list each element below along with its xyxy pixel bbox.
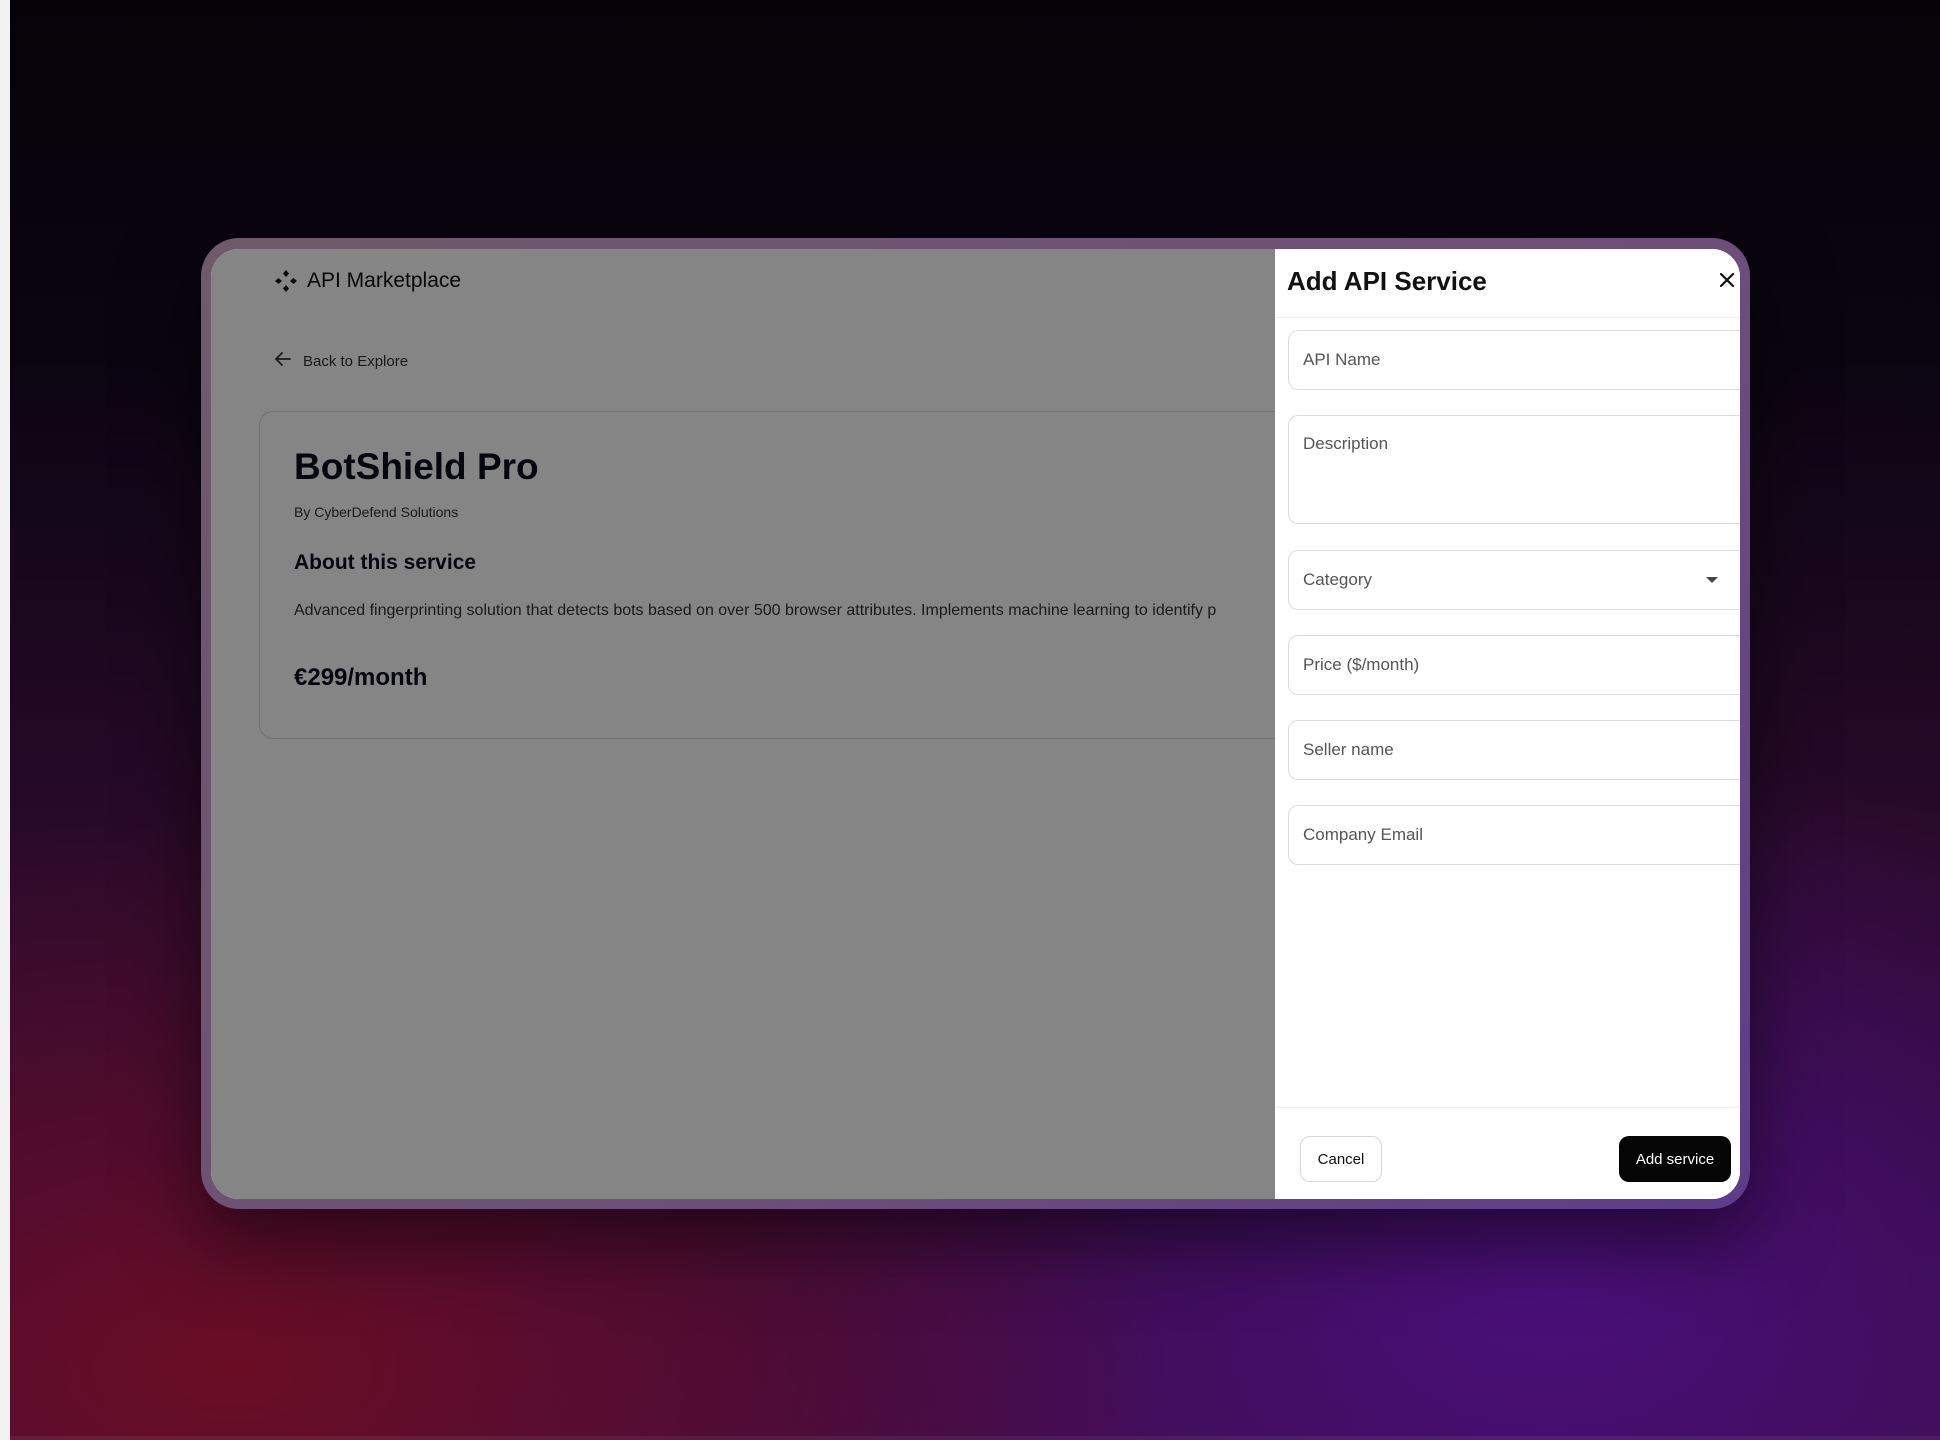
add-service-button[interactable]: Add service xyxy=(1619,1136,1731,1182)
company-email-input[interactable] xyxy=(1288,805,1740,865)
bottom-edge-strip xyxy=(0,1436,1940,1440)
description-textarea[interactable] xyxy=(1288,415,1740,524)
add-api-service-drawer: Add API Service Category Cancel Add serv… xyxy=(1275,249,1740,1199)
cancel-button[interactable]: Cancel xyxy=(1300,1136,1382,1182)
drawer-header-divider xyxy=(1275,317,1740,318)
seller-name-input[interactable] xyxy=(1288,720,1740,780)
api-name-input[interactable] xyxy=(1288,330,1740,390)
drawer-footer-divider xyxy=(1275,1107,1740,1108)
category-select-label: Category xyxy=(1303,570,1372,589)
drawer-title: Add API Service xyxy=(1287,266,1487,296)
price-input[interactable] xyxy=(1288,635,1740,695)
close-icon xyxy=(1719,272,1735,293)
app-window: API Marketplace Back to Explore BotShiel… xyxy=(211,249,1740,1199)
chevron-down-icon xyxy=(1706,577,1718,583)
close-button[interactable] xyxy=(1714,269,1740,295)
category-select[interactable]: Category xyxy=(1288,550,1740,610)
left-edge-strip xyxy=(0,0,10,1440)
